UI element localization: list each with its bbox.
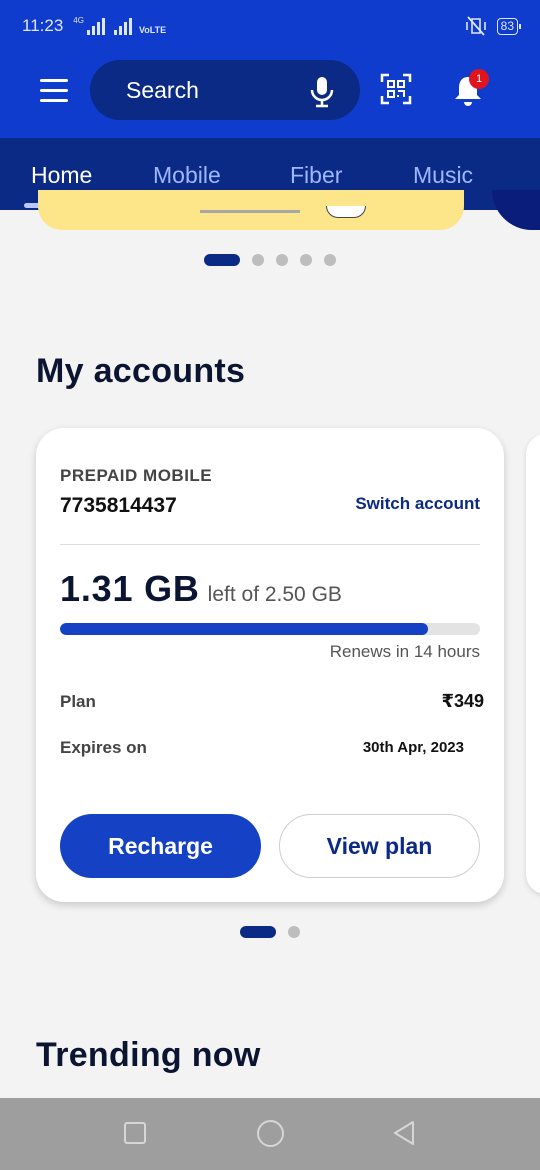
plan-label: Plan: [60, 692, 96, 711]
back-icon[interactable]: [392, 1120, 416, 1146]
recharge-button[interactable]: Recharge: [60, 814, 261, 878]
account-card: PREPAID MOBILE 7735814437 Switch account…: [36, 428, 504, 902]
expires-value: 30th Apr, 2023: [362, 739, 464, 756]
app-screen: 11:23 4G VoLTE 83 Search 1 Home Mobile F…: [0, 0, 540, 1170]
app-header: Search 1: [0, 52, 540, 138]
account-pagination: [240, 926, 300, 938]
card-divider: [60, 544, 480, 545]
volte-label: VoLTE: [138, 25, 167, 35]
pagination-dot[interactable]: [288, 926, 300, 938]
progress-fill: [60, 623, 428, 635]
view-plan-button[interactable]: View plan: [279, 814, 480, 878]
data-total-label: left of 2.50 GB: [207, 583, 342, 606]
plan-value: ₹349: [441, 691, 484, 711]
promo-banner-next[interactable]: [492, 190, 540, 230]
trending-now-heading: Trending now: [36, 1036, 261, 1074]
search-placeholder: Search: [126, 76, 199, 103]
account-type: PREPAID MOBILE: [60, 466, 213, 485]
qr-scan-icon[interactable]: [380, 73, 412, 105]
microphone-icon[interactable]: [308, 76, 336, 108]
menu-icon[interactable]: [40, 79, 68, 103]
pagination-dot[interactable]: [300, 254, 312, 266]
renewal-text: Renews in 14 hours: [329, 642, 480, 661]
my-accounts-heading: My accounts: [36, 352, 246, 390]
pagination-dot[interactable]: [252, 254, 264, 266]
system-navigation-bar: [0, 1098, 540, 1170]
home-icon[interactable]: [257, 1120, 284, 1147]
pagination-dot[interactable]: [276, 254, 288, 266]
data-usage: 1.31 GB left of 2.50 GB: [60, 568, 342, 610]
pagination-dot-active[interactable]: [204, 254, 240, 266]
recent-apps-icon[interactable]: [124, 1122, 146, 1144]
signal-icon: 4G VoLTE: [73, 16, 167, 35]
pagination-dot[interactable]: [324, 254, 336, 266]
switch-account-link[interactable]: Switch account: [355, 494, 480, 514]
network-type-label: 4G: [73, 16, 84, 25]
banner-decoration: [200, 210, 300, 213]
data-usage-progress-bar: [60, 623, 480, 635]
vibrate-mute-icon: [465, 16, 486, 36]
banner-illustration: [326, 206, 366, 218]
notification-badge: 1: [469, 69, 489, 89]
account-card-next[interactable]: [526, 434, 540, 894]
data-left-value: 1.31 GB: [60, 568, 200, 609]
account-number: 7735814437: [60, 494, 177, 517]
battery-icon: 83: [496, 17, 522, 35]
pagination-dot-active[interactable]: [240, 926, 276, 938]
status-bar: 11:23 4G VoLTE 83: [0, 0, 540, 52]
banner-pagination: [204, 254, 336, 266]
status-time: 11:23: [22, 16, 64, 35]
search-bar[interactable]: Search: [90, 60, 360, 120]
expires-label: Expires on: [60, 738, 147, 757]
